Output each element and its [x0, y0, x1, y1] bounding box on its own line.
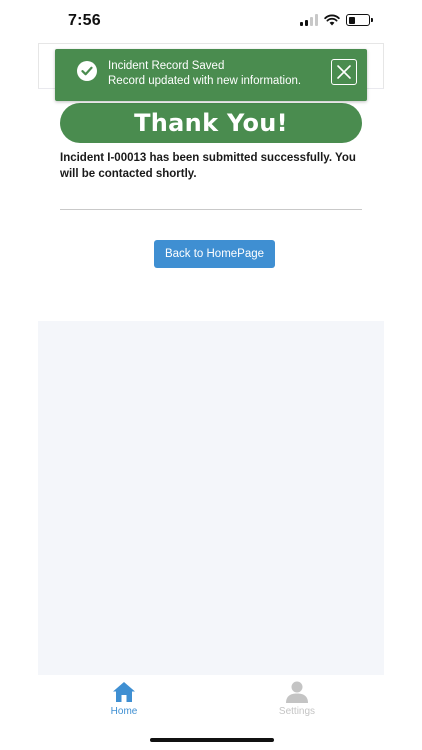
submission-message: Incident I-00013 has been submitted succ…	[60, 152, 356, 180]
status-bar: 7:56	[0, 0, 422, 44]
home-indicator	[150, 738, 274, 742]
toast-message: Record updated with new information.	[108, 75, 302, 87]
nav-label-settings: Settings	[278, 706, 316, 717]
nav-label-home: Home	[110, 706, 138, 717]
app-frame: Thank You! Incident I-00013 has been sub…	[38, 43, 384, 675]
status-icons	[300, 14, 373, 26]
toast-close-button[interactable]	[331, 59, 357, 85]
check-circle-icon	[77, 61, 97, 81]
close-icon	[337, 65, 351, 79]
status-time: 7:56	[68, 12, 101, 29]
battery-icon	[346, 14, 373, 26]
nav-item-home[interactable]: Home	[79, 681, 169, 727]
wifi-icon	[324, 14, 340, 26]
nav-item-settings[interactable]: Settings	[252, 681, 342, 727]
success-toast: Incident Record Saved Record updated wit…	[55, 49, 367, 101]
user-icon	[286, 681, 308, 703]
toast-title: Incident Record Saved	[108, 60, 225, 72]
home-icon	[113, 682, 135, 702]
thank-you-heading: Thank You!	[134, 109, 288, 137]
thank-you-banner: Thank You!	[60, 103, 362, 143]
back-to-homepage-button[interactable]: Back to HomePage	[154, 240, 275, 268]
cellular-signal-icon	[300, 14, 318, 26]
divider	[60, 209, 362, 210]
